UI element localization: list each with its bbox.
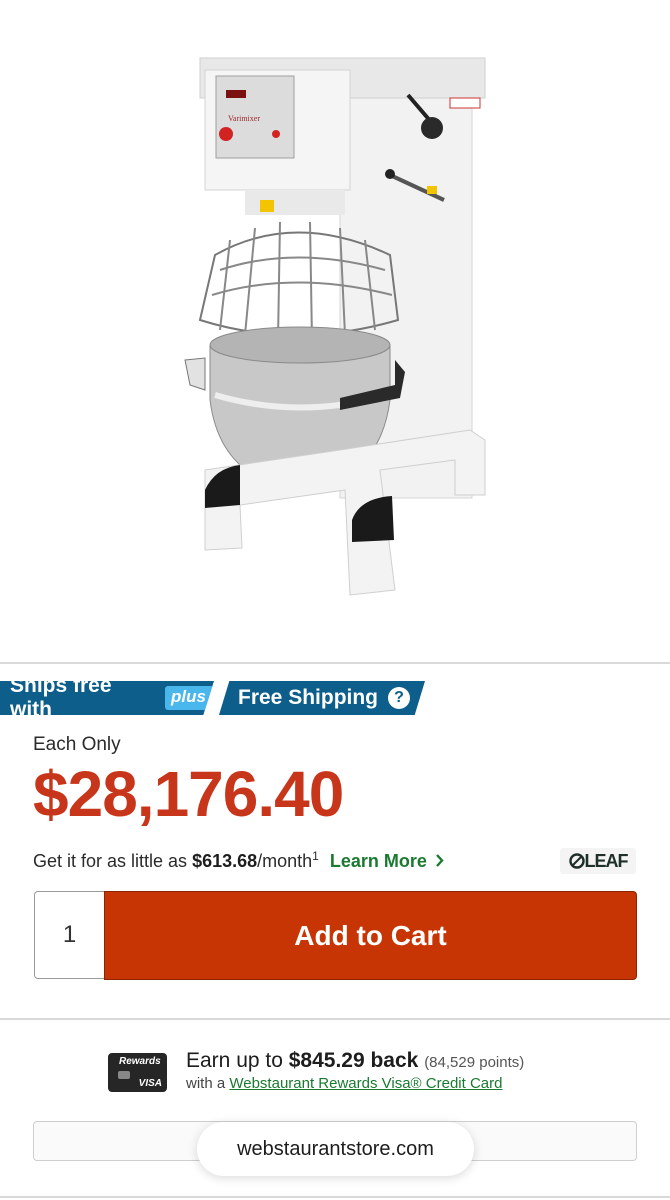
free-shipping-label: Free Shipping xyxy=(238,686,379,709)
chevron-right-icon xyxy=(436,854,444,867)
card-network: VISA xyxy=(138,1078,162,1089)
leaf-logo: LEAF xyxy=(560,848,636,874)
earn-points: (84,529 points) xyxy=(424,1054,525,1071)
question-circle-icon[interactable]: ? xyxy=(388,687,411,709)
rewards-visa-card-icon: Rewards VISA xyxy=(108,1053,167,1092)
add-to-cart-button[interactable]: Add to Cart xyxy=(104,891,637,980)
ships-free-plus-badge[interactable]: Ships free with plus xyxy=(0,681,214,715)
card-chip xyxy=(118,1071,130,1079)
rewards-card-text: with a Webstaurant Rewards Visa® Credit … xyxy=(186,1075,502,1092)
card-brand: Rewards xyxy=(119,1056,161,1067)
with-label: with a xyxy=(186,1075,230,1092)
finance-suffix: /month xyxy=(257,851,313,871)
rewards-earn-text: Earn up to $845.29 back (84,529 points) xyxy=(186,1049,524,1073)
free-shipping-badge[interactable]: Free Shipping ? xyxy=(219,681,425,715)
leaf-logo-text: LEAF xyxy=(584,850,629,871)
product-price: $28,176.40 xyxy=(33,758,344,830)
learn-more-link[interactable]: Learn More xyxy=(330,851,444,871)
financing-info: Get it for as little as $613.68/month1 L… xyxy=(33,849,444,872)
quantity-input[interactable]: 1 xyxy=(34,891,104,979)
finance-footnote: 1 xyxy=(312,849,319,863)
plus-tag: plus xyxy=(165,686,214,710)
product-image[interactable]: Varimixer xyxy=(0,0,670,660)
rewards-card-link[interactable]: Webstaurant Rewards Visa® Credit Card xyxy=(229,1075,502,1092)
earn-prefix: Earn up to xyxy=(186,1049,289,1072)
finance-prefix: Get it for as little as xyxy=(33,851,193,871)
ships-free-label: Ships free with xyxy=(10,674,112,721)
section-divider xyxy=(0,662,670,664)
learn-more-label: Learn More xyxy=(329,851,427,871)
unit-label: Each Only xyxy=(33,734,121,755)
section-divider xyxy=(0,1196,670,1198)
browser-url-bar[interactable]: webstaurantstore.com xyxy=(197,1122,474,1176)
svg-text:Varimixer: Varimixer xyxy=(228,114,260,123)
finance-amount: $613.68 xyxy=(192,851,258,871)
leaf-icon xyxy=(568,853,585,869)
earn-amount: $845.29 back xyxy=(288,1049,419,1072)
section-divider xyxy=(0,1018,670,1020)
